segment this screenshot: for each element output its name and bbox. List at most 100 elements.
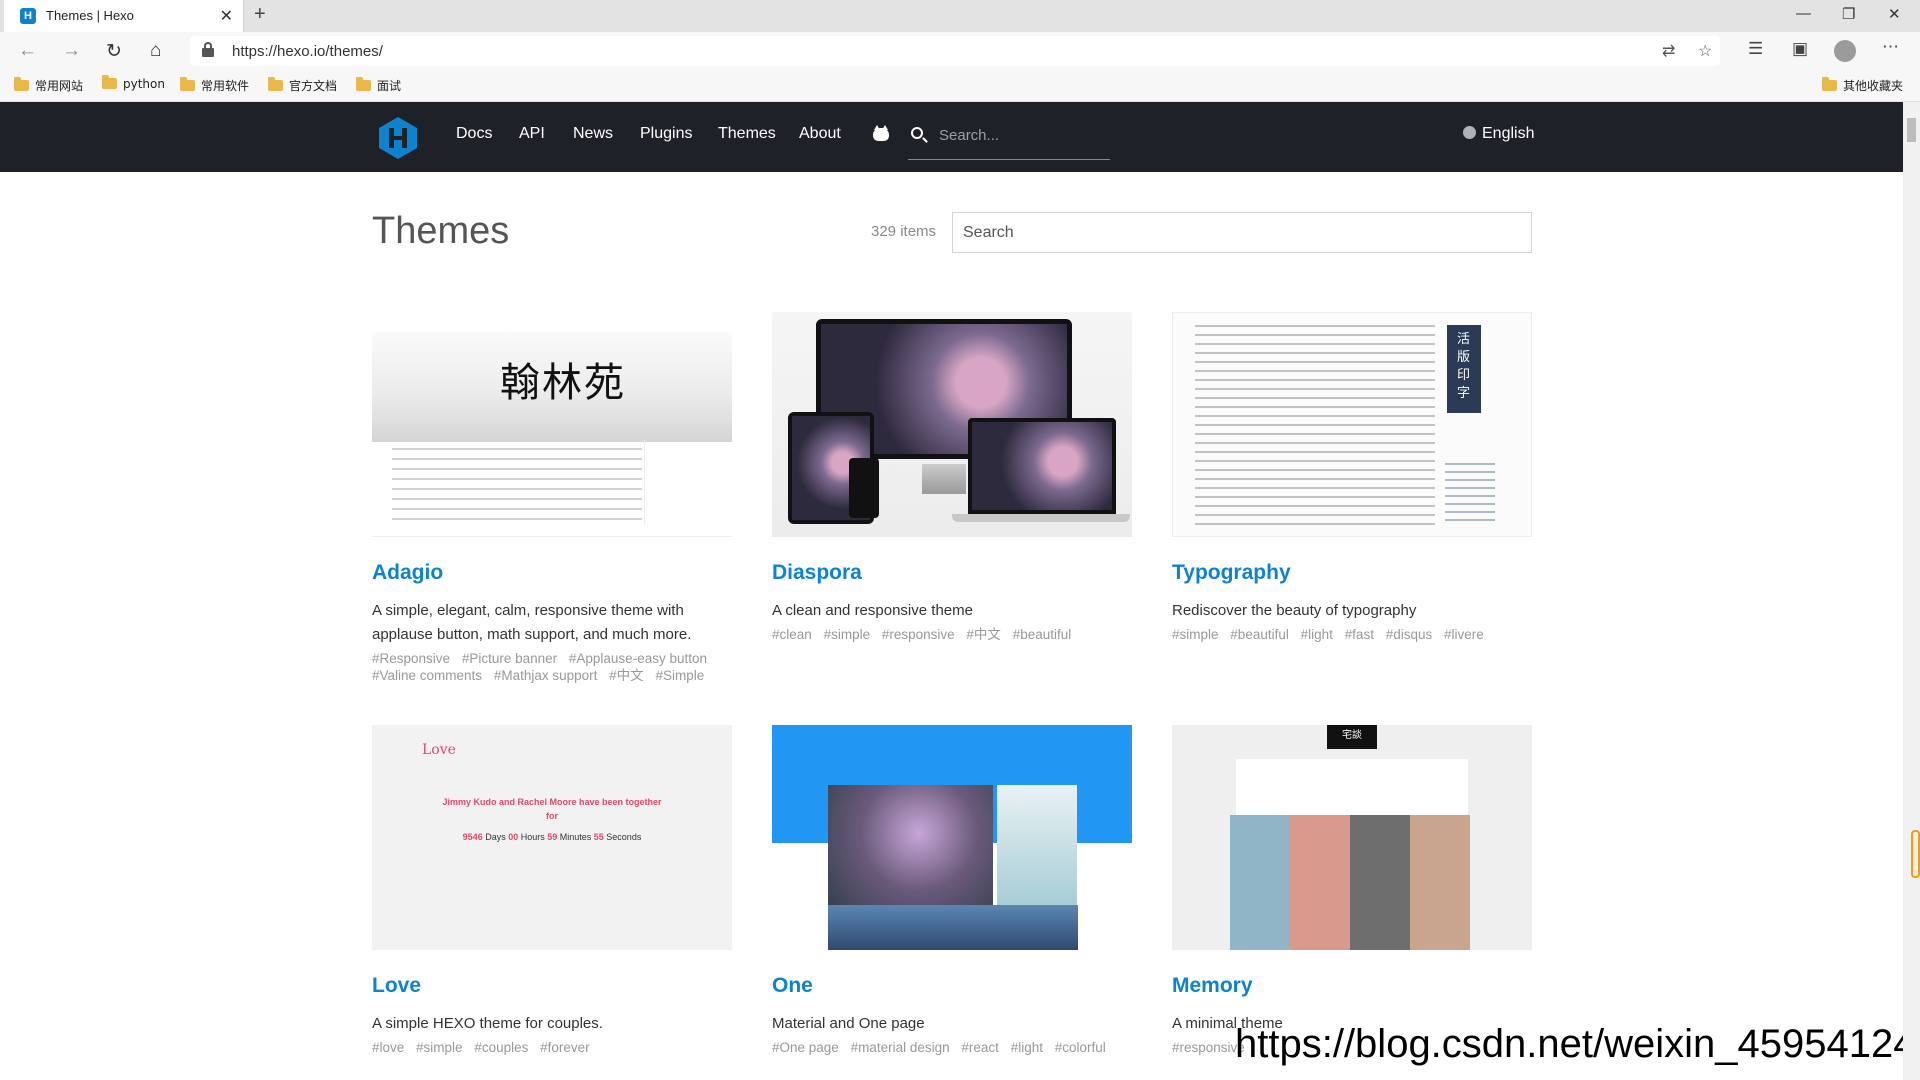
translate-icon[interactable]: ⇄	[1662, 41, 1675, 61]
search-icon	[911, 127, 923, 139]
theme-thumbnail[interactable]: Love Jimmy Kudo and Rachel Moore have be…	[372, 725, 732, 950]
new-tab-button[interactable]: +	[254, 3, 266, 26]
tag[interactable]: #fast	[1345, 627, 1374, 642]
refresh-icon[interactable]: ↻	[106, 40, 122, 63]
tag[interactable]: #beautiful	[1013, 627, 1072, 642]
thumbnail-title: Love	[422, 742, 456, 758]
theme-count: 329 items	[871, 223, 937, 240]
nav-themes[interactable]: Themes	[718, 125, 776, 143]
tag[interactable]: #responsive	[1172, 1040, 1245, 1055]
url-field[interactable]: https://hexo.io/themes/ ⇄ ☆	[190, 36, 1720, 66]
tag[interactable]: #Simple	[655, 668, 704, 683]
globe-icon	[1463, 126, 1476, 139]
theme-tags: #One page #material design #react #light…	[772, 1039, 1132, 1056]
theme-thumbnail[interactable]: 活版印字	[1172, 312, 1532, 537]
tag[interactable]: #beautiful	[1230, 627, 1289, 642]
thumbnail-line: Jimmy Kudo and Rachel Moore have been to…	[442, 797, 662, 807]
favorite-star-icon[interactable]: ☆	[1698, 41, 1712, 61]
back-icon[interactable]: ←	[18, 40, 37, 62]
tag[interactable]: #light	[1011, 1040, 1043, 1055]
tag[interactable]: #couples	[474, 1040, 528, 1055]
theme-description: Rediscover the beauty of typography	[1172, 602, 1417, 619]
nav-api[interactable]: API	[519, 125, 545, 143]
tab-close-icon[interactable]: ✕	[220, 6, 233, 26]
thumbnail-counter: 9546 Days 00 Hours 59 Minutes 55 Seconds	[462, 832, 642, 842]
address-bar-row: ← → ↻ ⌂ https://hexo.io/themes/ ⇄ ☆ ☰ ▣ …	[0, 32, 1920, 70]
hexo-favicon-icon: H	[20, 8, 36, 24]
theme-thumbnail[interactable]	[772, 312, 1132, 537]
theme-search-input[interactable]	[952, 212, 1532, 253]
thumbnail-sign: 宅談	[1327, 725, 1377, 749]
nav-docs[interactable]: Docs	[456, 125, 492, 143]
thumbnail-calligraphy: 翰林苑	[500, 360, 626, 406]
bookmark-folder[interactable]: 面试	[356, 77, 401, 94]
theme-name[interactable]: Memory	[1172, 974, 1253, 998]
tag[interactable]: #中文	[966, 627, 1001, 642]
profile-avatar[interactable]	[1834, 40, 1856, 62]
minimize-icon[interactable]: —	[1796, 5, 1811, 22]
tag[interactable]: #Valine comments	[372, 668, 482, 683]
tag[interactable]: #Mathjax support	[494, 668, 598, 683]
tag[interactable]: #disqus	[1386, 627, 1433, 642]
hexo-logo-icon[interactable]	[376, 116, 420, 160]
close-icon[interactable]: ✕	[1888, 5, 1901, 23]
tag[interactable]: #Applause-easy button	[569, 651, 707, 666]
home-icon[interactable]: ⌂	[150, 40, 161, 62]
site-search[interactable]: Search...	[908, 124, 1110, 160]
theme-name[interactable]: One	[772, 974, 813, 998]
site-header: Docs API News Plugins Themes About Searc…	[0, 102, 1903, 172]
favorites-icon[interactable]: ☰	[1748, 39, 1763, 59]
other-bookmarks[interactable]: 其他收藏夹	[1822, 77, 1903, 94]
tag[interactable]: #One page	[772, 1040, 839, 1055]
tag[interactable]: #simple	[416, 1040, 463, 1055]
bookmark-folder[interactable]: python	[102, 75, 165, 91]
theme-thumbnail[interactable]	[772, 725, 1132, 950]
collections-icon[interactable]: ▣	[1792, 39, 1808, 59]
theme-description: A simple, elegant, calm, responsive them…	[372, 602, 692, 643]
more-icon[interactable]: ⋯	[1882, 37, 1899, 57]
bookmarks-bar: 常用网站 python 常用软件 官方文档 面试 其他收藏夹	[0, 70, 1920, 102]
theme-name[interactable]: Adagio	[372, 561, 443, 585]
folder-icon	[102, 75, 117, 89]
forward-icon[interactable]: →	[62, 40, 81, 62]
tag[interactable]: #simple	[824, 627, 871, 642]
tag[interactable]: #love	[372, 1040, 404, 1055]
tag[interactable]: #中文	[609, 668, 644, 683]
tag[interactable]: #Picture banner	[462, 651, 557, 666]
nav-plugins[interactable]: Plugins	[640, 125, 692, 143]
scroll-marker	[1911, 830, 1920, 878]
page-scrollbar[interactable]	[1903, 102, 1920, 1080]
browser-tab[interactable]: H Themes | Hexo ✕	[4, 0, 244, 32]
restore-icon[interactable]: ❐	[1842, 5, 1855, 23]
theme-tags: #clean #simple #responsive #中文 #beautifu…	[772, 626, 1132, 643]
bookmark-folder[interactable]: 官方文档	[268, 77, 337, 94]
theme-name[interactable]: Typography	[1172, 561, 1291, 585]
theme-thumbnail[interactable]: 翰林苑	[372, 312, 732, 537]
theme-name[interactable]: Diaspora	[772, 561, 862, 585]
folder-icon	[1822, 77, 1837, 91]
tag[interactable]: #forever	[540, 1040, 590, 1055]
tag[interactable]: #responsive	[882, 627, 955, 642]
tag[interactable]: #clean	[772, 627, 812, 642]
tag[interactable]: #simple	[1172, 627, 1219, 642]
nav-news[interactable]: News	[573, 125, 613, 143]
tag[interactable]: #light	[1301, 627, 1333, 642]
theme-name[interactable]: Love	[372, 974, 421, 998]
browser-tab-strip: H Themes | Hexo ✕ + — ❐ ✕	[0, 0, 1920, 32]
tag[interactable]: #livere	[1444, 627, 1484, 642]
github-icon[interactable]	[873, 125, 889, 141]
bookmark-folder[interactable]: 常用软件	[180, 77, 249, 94]
language-selector[interactable]: English	[1463, 125, 1534, 143]
tag[interactable]: #react	[961, 1040, 999, 1055]
theme-tags: #Responsive #Picture banner #Applause-ea…	[372, 650, 732, 684]
folder-icon	[180, 77, 195, 91]
scrollbar-thumb[interactable]	[1907, 118, 1916, 142]
tag[interactable]: #material design	[851, 1040, 950, 1055]
tag[interactable]: #colorful	[1055, 1040, 1106, 1055]
theme-thumbnail[interactable]: 宅談	[1172, 725, 1532, 950]
lock-icon	[202, 42, 214, 57]
nav-about[interactable]: About	[799, 125, 841, 143]
bookmark-folder[interactable]: 常用网站	[14, 77, 83, 94]
tag[interactable]: #Responsive	[372, 651, 450, 666]
theme-description: A simple HEXO theme for couples.	[372, 1015, 603, 1032]
